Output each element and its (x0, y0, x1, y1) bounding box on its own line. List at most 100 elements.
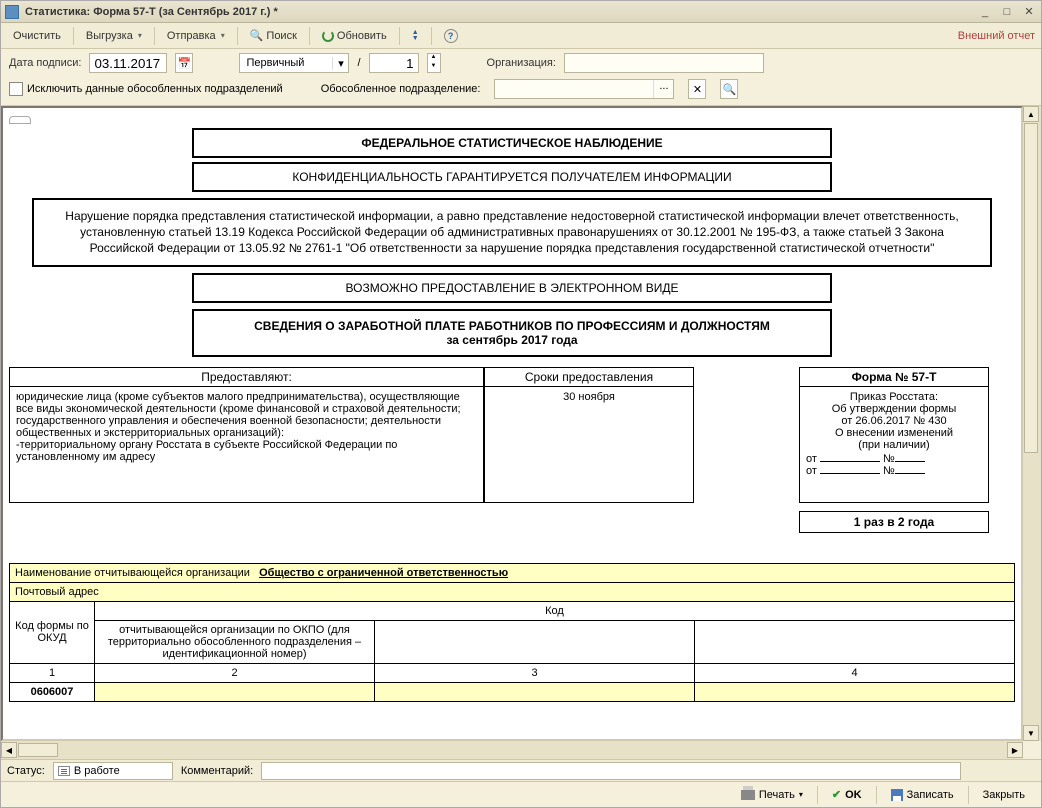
document-scroll[interactable]: ФЕДЕРАЛЬНОЕ СТАТИСТИЧЕСКОЕ НАБЛЮДЕНИЕ КО… (1, 106, 1023, 741)
chevron-down-icon[interactable]: ▾ (332, 57, 348, 70)
printer-icon (741, 790, 755, 800)
magnifier-icon: 🔍 (250, 29, 264, 42)
document-area: ФЕДЕРАЛЬНОЕ СТАТИСТИЧЕСКОЕ НАБЛЮДЕНИЕ КО… (1, 106, 1041, 759)
okud-value: 0606007 (10, 682, 95, 701)
status-label: Статус: (7, 765, 45, 777)
scroll-up-icon[interactable]: ▲ (1023, 106, 1039, 122)
calendar-icon: 📅 (178, 57, 192, 70)
statusbar: Статус: В работе Комментарий: (1, 759, 1041, 781)
ok-button[interactable]: ✔OK (824, 786, 870, 803)
report-type-combo[interactable]: Первичный ▾ (239, 53, 349, 73)
col-2: 2 (95, 663, 375, 682)
deadline-text: 30 ноября (484, 387, 694, 503)
form-title-box: СВЕДЕНИЯ О ЗАРАБОТНОЙ ПЛАТЕ РАБОТНИКОВ П… (192, 309, 832, 357)
close-icon[interactable]: ✕ (1021, 5, 1037, 19)
checkbox-icon[interactable] (9, 82, 23, 96)
question-icon: ? (444, 29, 458, 43)
vertical-scrollbar[interactable]: ▲ ▼ (1023, 106, 1041, 741)
scroll-right-icon[interactable]: ▶ (1007, 742, 1023, 758)
maximize-icon[interactable]: □ (999, 5, 1015, 19)
x-icon: ✕ (693, 83, 702, 96)
okpo-header: отчитывающейся организации по ОКПО (для … (95, 620, 375, 663)
document-icon (58, 766, 70, 776)
deadline-header: Сроки предоставления (484, 367, 694, 387)
separator-label: / (357, 57, 360, 69)
params-row-2: Исключить данные обособленных подразделе… (1, 77, 1041, 106)
window-title: Статистика: Форма 57-Т (за Сентябрь 2017… (25, 6, 977, 18)
send-button[interactable]: Отправка (161, 28, 231, 44)
search-button[interactable]: 🔍Поиск (244, 27, 303, 44)
params-row-1: Дата подписи: 📅 Первичный ▾ / ▲▼ Организ… (1, 49, 1041, 77)
subdivision-field[interactable]: ... (494, 79, 674, 99)
titlebar: Статистика: Форма 57-Т (за Сентябрь 2017… (1, 1, 1041, 23)
horizontal-scrollbar[interactable]: ◀ ▶ (1, 741, 1023, 759)
number-input[interactable] (369, 53, 419, 73)
app-icon (5, 5, 19, 19)
status-combo[interactable]: В работе (53, 762, 173, 780)
exclude-checkbox-label[interactable]: Исключить данные обособленных подразделе… (9, 82, 283, 96)
check-icon: ✔ (832, 788, 841, 801)
organization-field[interactable] (564, 53, 764, 73)
save-button[interactable]: Записать (883, 787, 962, 803)
subdiv-label: Обособленное подразделение: (321, 83, 481, 95)
close-button[interactable]: Закрыть (975, 787, 1033, 803)
report-type-value: Первичный (240, 57, 332, 69)
org-label: Организация: (487, 57, 556, 69)
frequency-box: 1 раз в 2 года (799, 511, 989, 533)
help-button[interactable]: ? (438, 27, 464, 45)
calendar-button[interactable]: 📅 (175, 53, 193, 73)
provide-text: юридические лица (кроме субъектов малого… (9, 387, 484, 503)
header-box-2: КОНФИДЕНЦИАЛЬНОСТЬ ГАРАНТИРУЕТСЯ ПОЛУЧАТ… (192, 162, 832, 192)
blank-header-2 (695, 620, 1015, 663)
doc-tab[interactable] (9, 116, 31, 124)
col-1: 1 (10, 663, 95, 682)
date-label: Дата подписи: (9, 57, 81, 69)
date-input[interactable] (89, 53, 167, 73)
code3-value[interactable] (375, 682, 695, 701)
code-header: Код (95, 601, 1015, 620)
status-value: В работе (74, 765, 120, 777)
legal-box: Нарушение порядка представления статисти… (32, 198, 992, 267)
minimize-icon[interactable]: _ (977, 5, 993, 19)
clear-subdiv-button[interactable]: ✕ (688, 79, 706, 99)
magnifier-icon: 🔍 (723, 83, 737, 96)
vscroll-thumb[interactable] (1024, 123, 1038, 453)
order-text: Приказ Росстата: Об утверждении формы от… (799, 387, 989, 503)
okud-header: Код формы по ОКУД (10, 601, 95, 663)
comment-label: Комментарий: (181, 765, 253, 777)
blank-header-1 (375, 620, 695, 663)
lookup-dots-button[interactable]: ... (653, 80, 673, 98)
okpo-value[interactable] (95, 682, 375, 701)
scroll-down-icon[interactable]: ▼ (1023, 725, 1039, 741)
hscroll-thumb[interactable] (18, 743, 58, 757)
refresh-icon (322, 30, 334, 42)
org-table: Наименование отчитывающейся организации … (9, 563, 1015, 702)
info-grid: Предоставляют: юридические лица (кроме с… (9, 367, 1015, 533)
lookup-button[interactable]: 🔍 (720, 79, 738, 99)
main-toolbar: Очистить Выгрузка Отправка 🔍Поиск Обнови… (1, 23, 1041, 49)
expand-collapse-button[interactable]: ▲▼ (406, 28, 425, 44)
comment-input[interactable] (261, 762, 961, 780)
col-4: 4 (695, 663, 1015, 682)
spin-up-icon[interactable]: ▲ (428, 54, 440, 63)
org-name-row: Наименование отчитывающейся организации … (10, 563, 1015, 582)
form-no-header: Форма № 57-Т (799, 367, 989, 387)
scroll-left-icon[interactable]: ◀ (1, 742, 17, 758)
code4-value[interactable] (695, 682, 1015, 701)
updown-icon: ▲▼ (412, 30, 419, 42)
org-name-value[interactable]: Общество с ограниченной ответственностью (259, 567, 508, 579)
main-window: Статистика: Форма 57-Т (за Сентябрь 2017… (0, 0, 1042, 808)
print-button[interactable]: Печать▾ (733, 787, 811, 803)
diskette-icon (891, 789, 903, 801)
header-box-1: ФЕДЕРАЛЬНОЕ СТАТИСТИЧЕСКОЕ НАБЛЮДЕНИЕ (192, 128, 832, 158)
number-spinner[interactable]: ▲▼ (427, 53, 441, 73)
refresh-button[interactable]: Обновить (316, 28, 393, 44)
clear-button[interactable]: Очистить (7, 28, 67, 44)
provide-header: Предоставляют: (9, 367, 484, 387)
external-report-label: Внешний отчет (958, 30, 1035, 42)
spin-down-icon[interactable]: ▼ (428, 63, 440, 72)
footer-toolbar: Печать▾ ✔OK Записать Закрыть (1, 781, 1041, 807)
postal-row[interactable]: Почтовый адрес (10, 582, 1015, 601)
export-button[interactable]: Выгрузка (80, 28, 148, 44)
col-3: 3 (375, 663, 695, 682)
